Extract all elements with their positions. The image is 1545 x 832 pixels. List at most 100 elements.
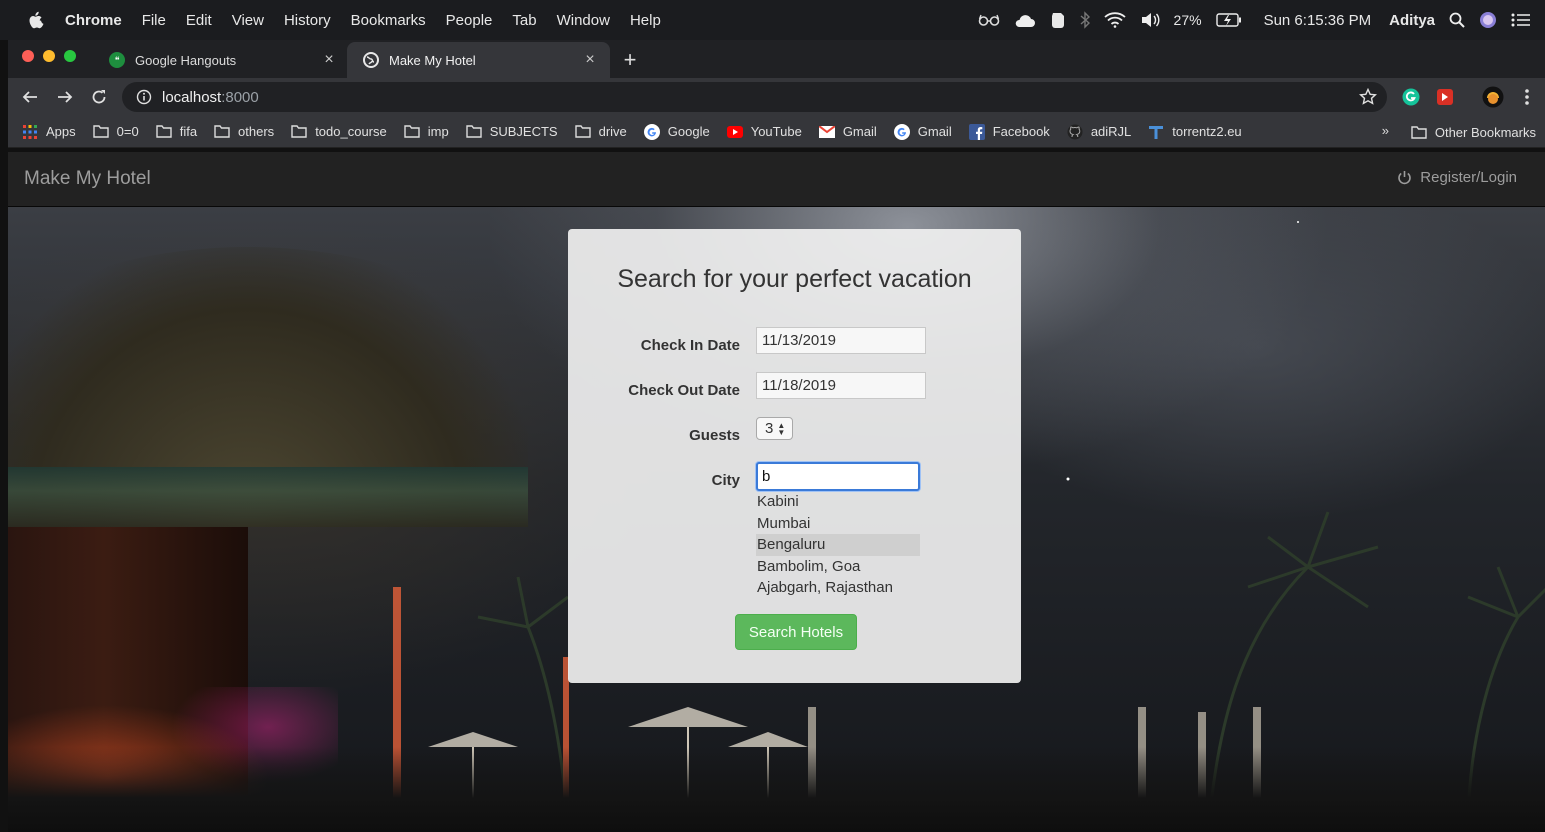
bookmark-label: drive [598,124,627,139]
bookmark-youtube[interactable]: YouTube [726,124,802,140]
google-icon [893,123,910,140]
info-icon[interactable] [136,89,152,105]
profile-avatar[interactable] [1482,86,1504,108]
stepper-arrows-icon[interactable]: ▲ ▼ [777,421,785,436]
forward-button[interactable] [52,84,78,110]
back-button[interactable] [17,84,43,110]
menu-tab[interactable]: Tab [512,12,536,29]
arrow-right-icon [58,91,73,103]
bookmark-gmail-google[interactable]: Gmail [893,123,952,140]
tab-close-icon[interactable]: × [578,48,602,72]
register-login-link[interactable]: Register/Login [1397,169,1517,186]
bookmark-gmail[interactable]: Gmail [818,124,877,140]
notification-center-icon[interactable] [1511,12,1531,28]
torrentz-icon [1148,124,1164,140]
search-form-title: Search for your perfect vacation [617,265,972,293]
apple-icon[interactable] [28,11,44,29]
ground-shadow-decoration [8,747,1545,832]
bookmark-facebook[interactable]: Facebook [968,123,1050,140]
url-port: :8000 [221,88,259,106]
bookmarks-overflow-button[interactable]: » [1382,123,1389,138]
menu-clock[interactable]: Sun 6:15:36 PM [1264,12,1372,29]
bookmark-star-icon[interactable] [1359,88,1377,106]
volume-icon[interactable] [1140,12,1160,28]
tab-title: Google Hangouts [135,52,237,68]
macos-menu-bar: Chrome File Edit View History Bookmarks … [0,0,1545,40]
bookmark-label: fifa [179,124,198,139]
bookmark-label: adiRJL [1090,124,1132,139]
tab-google-hangouts[interactable]: ❝ Google Hangouts × [93,42,349,78]
bookmark-label: Google [667,124,710,139]
glasses-icon[interactable] [978,13,1000,27]
globe-icon [363,52,379,68]
reload-button[interactable] [86,84,112,110]
bookmark-apps[interactable]: Apps [22,124,76,140]
bookmark-folder-todo-course[interactable]: todo_course [291,124,387,140]
bookmark-adirjl[interactable]: adiRJL [1067,124,1131,140]
guests-value: 3 [765,420,774,437]
window-close-button[interactable] [22,50,34,62]
facebook-icon [968,123,985,140]
google-icon [643,123,660,140]
address-bar[interactable]: localhost:8000 [122,82,1387,112]
tab-strip: ❝ Google Hangouts × Make My Hotel × + [8,40,1545,78]
menu-help[interactable]: Help [630,12,661,29]
menu-history[interactable]: History [284,12,331,29]
search-hotels-button[interactable]: Search Hotels [735,614,857,650]
site-brand-link[interactable]: Make My Hotel [24,168,151,190]
city-suggestion-kabini[interactable]: Kabini [756,491,920,513]
bookmark-folder-0-0[interactable]: 0=0 [92,124,139,140]
bookmark-folder-fifa[interactable]: fifa [156,124,197,140]
siri-icon[interactable] [1479,11,1497,29]
menu-edit[interactable]: Edit [186,12,212,29]
media-extension-icon[interactable] [1434,86,1456,108]
checkin-label: Check In Date [640,337,740,354]
bookmark-folder-drive[interactable]: drive [574,124,627,140]
bookmark-label: Apps [46,124,76,139]
wifi-icon[interactable] [1103,12,1126,28]
menu-view[interactable]: View [232,12,264,29]
window-minimize-button[interactable] [43,50,55,62]
other-bookmarks[interactable]: Other Bookmarks [1411,116,1536,148]
menu-bookmarks[interactable]: Bookmarks [351,12,426,29]
city-suggestion-ajabgarh-rajasthan[interactable]: Ajabgarh, Rajasthan [756,577,920,599]
bookmark-folder-subjects[interactable]: SUBJECTS [466,124,558,140]
tab-make-my-hotel[interactable]: Make My Hotel × [347,42,610,78]
bookmark-folder-imp[interactable]: imp [404,124,449,140]
bookmark-torrentz2[interactable]: torrentz2.eu [1148,124,1242,140]
menu-user-name[interactable]: Aditya [1389,12,1435,29]
window-zoom-button[interactable] [64,50,76,62]
city-label: City [711,472,740,489]
evernote-icon[interactable] [1050,11,1066,29]
battery-charging-icon[interactable] [1215,13,1242,27]
site-navbar: Make My Hotel Register/Login [8,152,1545,207]
spotlight-search-icon[interactable] [1449,12,1465,28]
city-input[interactable] [756,462,920,491]
folder-icon [156,124,172,140]
city-autocomplete-list: Kabini Mumbai Bengaluru Bambolim, Goa Aj… [756,491,920,599]
new-tab-button[interactable]: + [616,46,644,74]
hangouts-icon: ❝ [109,52,125,68]
menu-file[interactable]: File [142,12,166,29]
checkout-date-input[interactable] [756,372,926,399]
grammarly-extension-icon[interactable] [1400,86,1422,108]
tab-close-icon[interactable]: × [317,48,341,72]
gmail-icon [818,124,835,140]
checkin-date-input[interactable] [756,327,926,354]
kebab-menu-icon[interactable] [1516,86,1538,108]
city-suggestion-bambolim-goa[interactable]: Bambolim, Goa [756,556,920,578]
menu-window[interactable]: Window [557,12,610,29]
battery-percent: 27% [1173,12,1202,28]
browser-toolbar: localhost:8000 [8,78,1545,116]
menu-app-chrome[interactable]: Chrome [65,12,122,29]
bookmark-google[interactable]: Google [643,123,710,140]
city-suggestion-bengaluru[interactable]: Bengaluru [756,534,920,556]
bookmark-folder-others[interactable]: others [214,124,274,140]
cloud-icon[interactable] [1014,13,1036,28]
menu-people[interactable]: People [446,12,493,29]
register-login-label: Register/Login [1420,169,1517,186]
guests-stepper[interactable]: 3 ▲ ▼ [756,417,793,440]
bookmark-label: 0=0 [116,124,139,139]
bluetooth-icon[interactable] [1080,11,1090,29]
city-suggestion-mumbai[interactable]: Mumbai [756,513,920,535]
